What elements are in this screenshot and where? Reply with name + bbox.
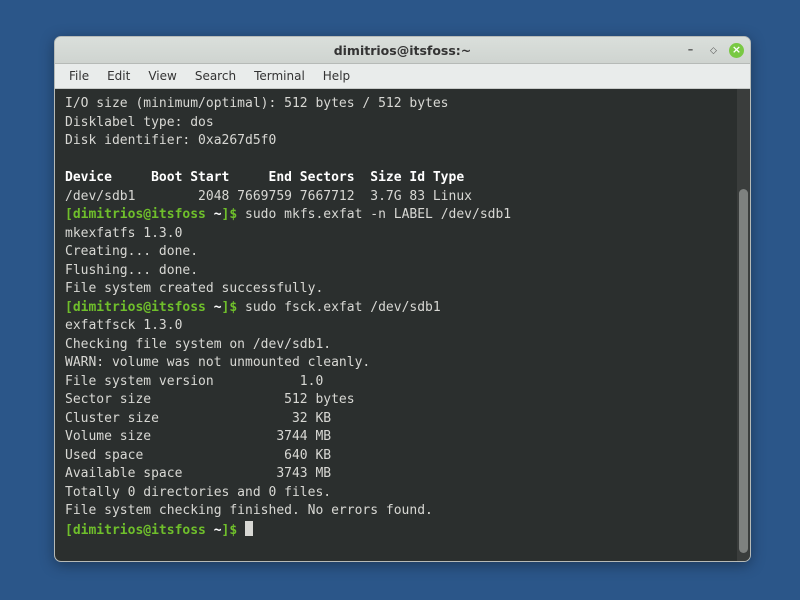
prompt-close: ]$	[222, 207, 238, 222]
window-title: dimitrios@itsfoss:~	[55, 43, 750, 58]
menu-view[interactable]: View	[140, 67, 184, 85]
output-line: Flushing... done.	[65, 263, 198, 278]
output-line: Cluster size 32 KB	[65, 411, 331, 426]
prompt-close: ]$	[222, 300, 238, 315]
menu-file[interactable]: File	[61, 67, 97, 85]
prompt-path: ~	[214, 207, 222, 222]
maximize-button[interactable]	[706, 43, 721, 58]
prompt-path: ~	[214, 300, 222, 315]
output-line: File system version 1.0	[65, 374, 323, 389]
terminal-output[interactable]: I/O size (minimum/optimal): 512 bytes / …	[55, 89, 737, 561]
output-line: I/O size (minimum/optimal): 512 bytes / …	[65, 96, 449, 111]
menu-edit[interactable]: Edit	[99, 67, 138, 85]
table-header: Device Boot Start End Sectors Size Id Ty…	[65, 170, 464, 185]
menu-search[interactable]: Search	[187, 67, 244, 85]
command-text: sudo fsck.exfat /dev/sdb1	[237, 300, 441, 315]
output-line: exfatfsck 1.3.0	[65, 318, 182, 333]
output-line: WARN: volume was not unmounted cleanly.	[65, 355, 370, 370]
prompt-userhost: [dimitrios@itsfoss	[65, 523, 206, 538]
output-line: Creating... done.	[65, 244, 198, 259]
terminal-window: dimitrios@itsfoss:~ File Edit View Searc…	[54, 36, 751, 562]
minimize-button[interactable]	[683, 43, 698, 58]
prompt-userhost: [dimitrios@itsfoss	[65, 207, 206, 222]
output-line: Disk identifier: 0xa267d5f0	[65, 133, 276, 148]
output-line: File system checking finished. No errors…	[65, 503, 433, 518]
close-button[interactable]	[729, 43, 744, 58]
terminal-area: I/O size (minimum/optimal): 512 bytes / …	[55, 89, 750, 561]
scrollbar[interactable]	[737, 89, 750, 561]
prompt-userhost: [dimitrios@itsfoss	[65, 300, 206, 315]
output-line: Checking file system on /dev/sdb1.	[65, 337, 331, 352]
scroll-thumb[interactable]	[739, 189, 748, 553]
menu-terminal[interactable]: Terminal	[246, 67, 313, 85]
output-line: Used space 640 KB	[65, 448, 331, 463]
output-line: File system created successfully.	[65, 281, 323, 296]
output-line: Sector size 512 bytes	[65, 392, 355, 407]
output-line: Available space 3743 MB	[65, 466, 331, 481]
titlebar: dimitrios@itsfoss:~	[55, 37, 750, 64]
text-cursor	[245, 521, 253, 536]
prompt-close: ]$	[222, 523, 238, 538]
output-line: Totally 0 directories and 0 files.	[65, 485, 331, 500]
menu-help[interactable]: Help	[315, 67, 358, 85]
output-line: Disklabel type: dos	[65, 115, 214, 130]
menubar: File Edit View Search Terminal Help	[55, 64, 750, 89]
prompt-path: ~	[214, 523, 222, 538]
output-line: mkexfatfs 1.3.0	[65, 226, 182, 241]
table-row: /dev/sdb1 2048 7669759 7667712 3.7G 83 L…	[65, 189, 472, 204]
output-line: Volume size 3744 MB	[65, 429, 331, 444]
command-text: sudo mkfs.exfat -n LABEL /dev/sdb1	[237, 207, 511, 222]
window-controls	[683, 37, 744, 63]
